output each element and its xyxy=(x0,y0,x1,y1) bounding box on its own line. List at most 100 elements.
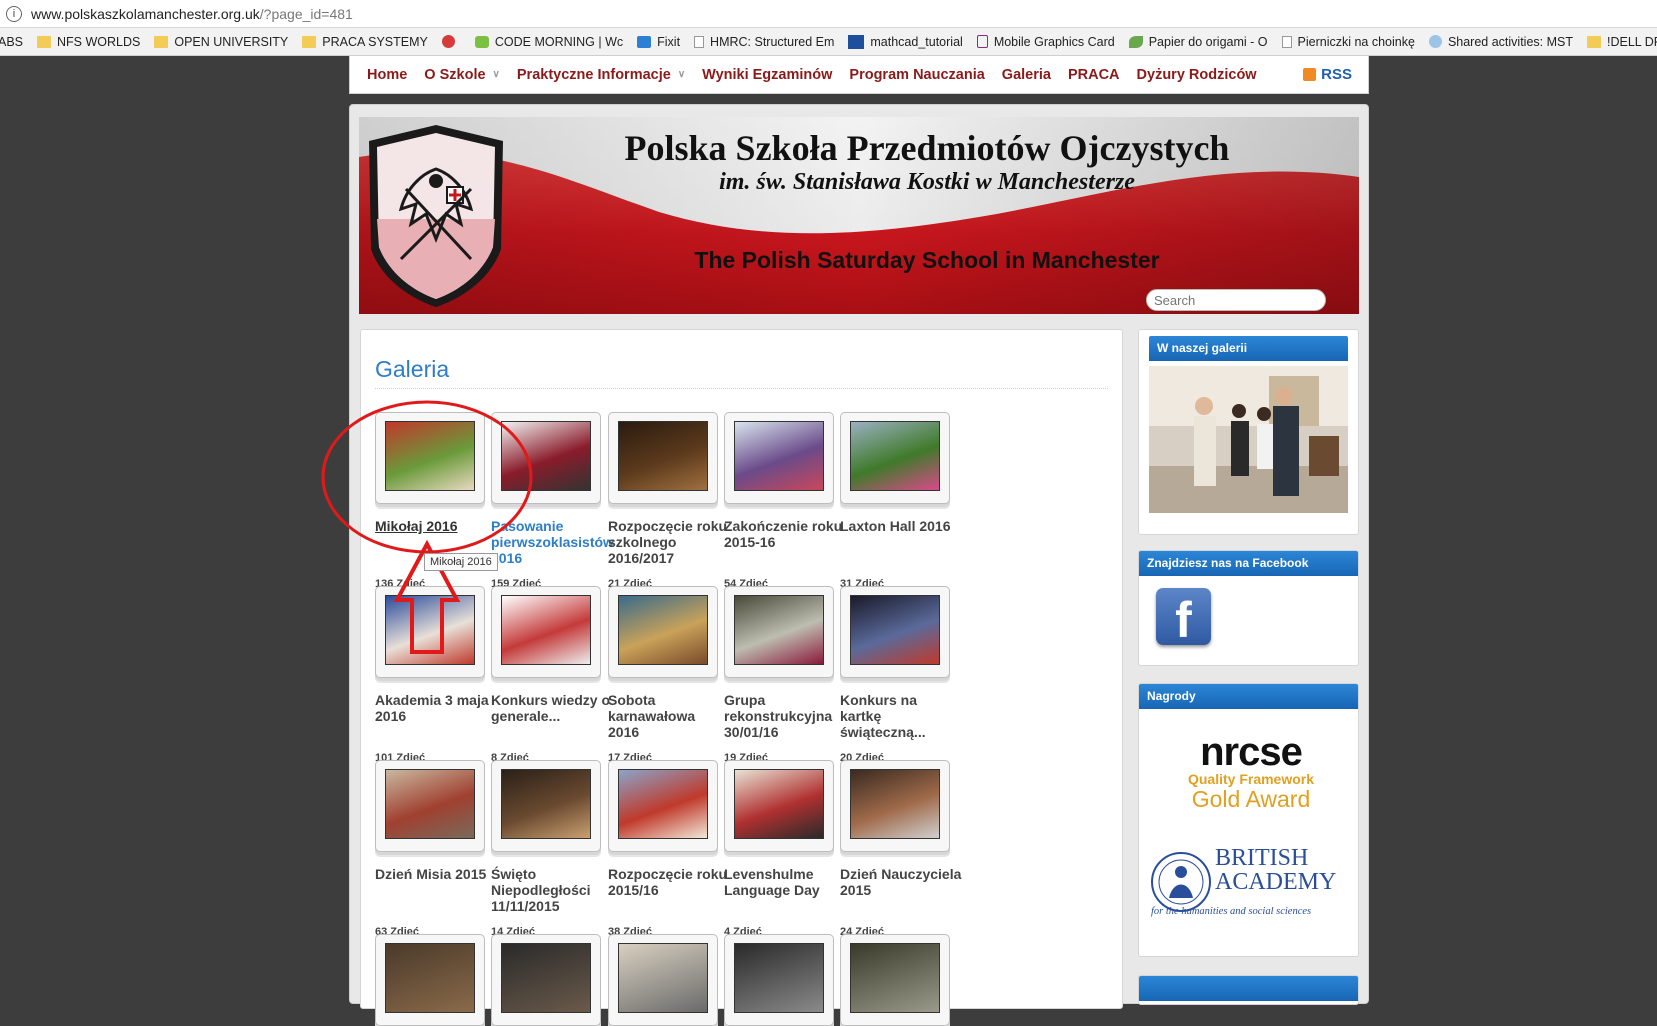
album-title-link[interactable]: Zakończenie roku 2015-16 xyxy=(724,518,846,550)
nav-item[interactable]: Dyżury Rodziców xyxy=(1137,67,1257,83)
album-thumbnail[interactable] xyxy=(608,586,718,678)
bookmark-item[interactable]: NFS WORLDS xyxy=(37,35,140,49)
bookmark-label: HMRC: Structured Em xyxy=(710,34,835,49)
bookmark-item[interactable]: HMRC: Structured Em xyxy=(694,35,834,49)
nav-item[interactable]: Program Nauczania xyxy=(849,67,984,83)
url-host: www.polskaszkolamanchester.org.uk xyxy=(31,5,260,22)
bookmark-item[interactable]: CODE MORNING | Wc xyxy=(474,35,623,49)
album-thumbnail[interactable] xyxy=(375,934,485,1026)
album-item: Mikołaj 2016 136 Zdjęć xyxy=(375,412,495,590)
nav-item[interactable]: Home xyxy=(367,67,407,83)
album-title-link[interactable]: Mikołaj 2016 xyxy=(375,518,497,534)
card-icon xyxy=(976,35,988,48)
nav-item[interactable]: PRACA xyxy=(1068,67,1120,83)
browser-url-bar[interactable]: i www.polskaszkolamanchester.org.uk/?pag… xyxy=(0,0,1657,28)
bookmark-label: PRACA SYSTEMY xyxy=(322,34,428,49)
album-title-link[interactable]: Grupa rekonstrukcyjna 30/01/16 xyxy=(724,692,846,740)
sidebar-widget-partial xyxy=(1138,975,1359,1005)
album-thumbnail[interactable] xyxy=(724,586,834,678)
album-title-link[interactable]: Konkurs na kartkę świąteczną... xyxy=(840,692,962,740)
album-thumbnail[interactable] xyxy=(724,934,834,1026)
rss-icon xyxy=(1303,68,1317,81)
nav-item-label: Wyniki Egzaminów xyxy=(702,66,833,83)
album-title-link[interactable]: Laxton Hall 2016 xyxy=(840,518,962,534)
album-thumbnail[interactable] xyxy=(840,586,950,678)
bookmark-item[interactable]: mathcad_tutorial xyxy=(848,34,963,49)
album-title-link[interactable]: Sobota karnawałowa 2016 xyxy=(608,692,730,740)
blue-icon xyxy=(637,35,652,48)
nav-item[interactable]: O Szkole ∨ xyxy=(424,67,500,83)
album-photo xyxy=(850,769,940,839)
gallery-widget: W naszej galerii xyxy=(1138,329,1359,535)
bookmark-item[interactable] xyxy=(441,35,461,48)
url-text[interactable]: www.polskaszkolamanchester.org.uk/?page_… xyxy=(31,6,353,22)
album-thumbnail[interactable] xyxy=(375,760,485,852)
album-photo xyxy=(734,421,824,491)
nace-quality-framework: Quality Framework xyxy=(1187,771,1315,787)
album-thumbnail[interactable] xyxy=(491,586,601,678)
album-thumbnail[interactable] xyxy=(375,586,485,678)
album-title-link[interactable]: Święto Niepodległości 11/11/2015 xyxy=(491,866,613,914)
title-divider xyxy=(375,388,1108,389)
school-patron-subtitle: im. św. Stanisława Kostki w Manchesterze xyxy=(719,169,1135,195)
album-item: Rozpoczęcie roku szkolnego 2016/2017 21 Z… xyxy=(608,412,728,590)
album-title-link[interactable]: Levenshulme Language Day xyxy=(724,866,846,898)
album-title-tooltip: Mikołaj 2016 xyxy=(424,553,498,571)
album-title-link[interactable]: Rozpoczęcie roku 2015/16 xyxy=(608,866,730,898)
nav-item[interactable]: Galeria xyxy=(1002,67,1051,83)
nav-item-label: Program Nauczania xyxy=(849,66,985,83)
bookmark-item[interactable]: Mobile Graphics Card xyxy=(976,35,1115,49)
bookmark-item[interactable]: Shared activities: MST xyxy=(1428,35,1573,49)
album-title-link[interactable]: Dzień Nauczyciela 2015 xyxy=(840,866,962,898)
album-title-link[interactable]: Rozpoczęcie roku szkolnego 2016/2017 xyxy=(608,518,730,566)
bookmark-item[interactable]: !DELL DRIVERS xyxy=(1586,35,1657,49)
album-thumbnail[interactable] xyxy=(491,412,601,504)
gallery-widget-photo[interactable] xyxy=(1149,366,1348,513)
album-title-link[interactable]: Pasowanie pierwszoklasistów 2016 xyxy=(491,518,614,566)
album-thumbnail[interactable] xyxy=(491,760,601,852)
nav-item[interactable]: Praktyczne Informacje ∨ xyxy=(517,67,685,83)
rss-link[interactable]: RSS xyxy=(1303,66,1352,83)
album-thumbnail[interactable] xyxy=(840,934,950,1026)
album-thumbnail[interactable] xyxy=(608,760,718,852)
album-photo xyxy=(618,943,708,1013)
bookmark-item[interactable]: OPEN UNIVERSITY xyxy=(154,35,288,49)
album-thumbnail[interactable] xyxy=(840,760,950,852)
album-item: Rozpoczęcie roku 2015/16 38 Zdjęć xyxy=(608,760,728,938)
bookmark-item[interactable]: Fixit xyxy=(637,35,680,49)
bookmark-item[interactable]: Papier do origami - O xyxy=(1128,35,1268,49)
album-photo xyxy=(385,943,475,1013)
album-photo xyxy=(734,943,824,1013)
bookmark-item[interactable]: ABS xyxy=(0,35,23,49)
gallery-content-panel: Galeria Mikołaj 2016 136 Zdjęć Pasowanie p… xyxy=(360,329,1123,1026)
album-item xyxy=(608,934,728,1026)
nav-item[interactable]: Wyniki Egzaminów xyxy=(702,67,832,83)
facebook-widget: Znajdziesz nas na Facebook f xyxy=(1138,550,1359,666)
album-title-link[interactable]: Dzień Misia 2015 xyxy=(375,866,497,882)
facebook-icon[interactable]: f xyxy=(1156,588,1211,645)
album-photo xyxy=(850,421,940,491)
album-title-link[interactable]: Konkurs wiedzy o generale... xyxy=(491,692,613,724)
album-thumbnail[interactable] xyxy=(724,760,834,852)
album-thumbnail[interactable] xyxy=(840,412,950,504)
album-thumbnail[interactable] xyxy=(608,934,718,1026)
album-thumbnail[interactable] xyxy=(724,412,834,504)
album-thumbnail[interactable] xyxy=(608,412,718,504)
bookmark-item[interactable]: PRACA SYSTEMY xyxy=(302,35,428,49)
awards-widget: Nagrody nrcse Quality Framework Gold Awa… xyxy=(1138,683,1359,957)
album-thumbnail[interactable] xyxy=(375,412,485,504)
search-input[interactable] xyxy=(1146,289,1326,311)
chevron-down-icon: ∨ xyxy=(677,69,686,80)
album-title-link[interactable]: Akademia 3 maja 2016 xyxy=(375,692,497,724)
lae-icon xyxy=(848,34,865,49)
album-thumbnail[interactable] xyxy=(491,934,601,1026)
british-academy-tagline: for the humanities and social sciences xyxy=(1151,906,1312,917)
site-info-icon[interactable]: i xyxy=(6,5,22,22)
gallery-widget-title: W naszej galerii xyxy=(1149,336,1348,361)
album-item: Grupa rekonstrukcyjna 30/01/16 19 Zdjęć xyxy=(724,586,844,764)
album-photo xyxy=(618,769,708,839)
folder-icon xyxy=(1586,35,1601,48)
nav-item-label: Galeria xyxy=(1001,66,1051,83)
british-academy-seal-icon xyxy=(1151,852,1211,912)
bookmark-item[interactable]: Pierniczki na choinkę xyxy=(1281,35,1415,49)
